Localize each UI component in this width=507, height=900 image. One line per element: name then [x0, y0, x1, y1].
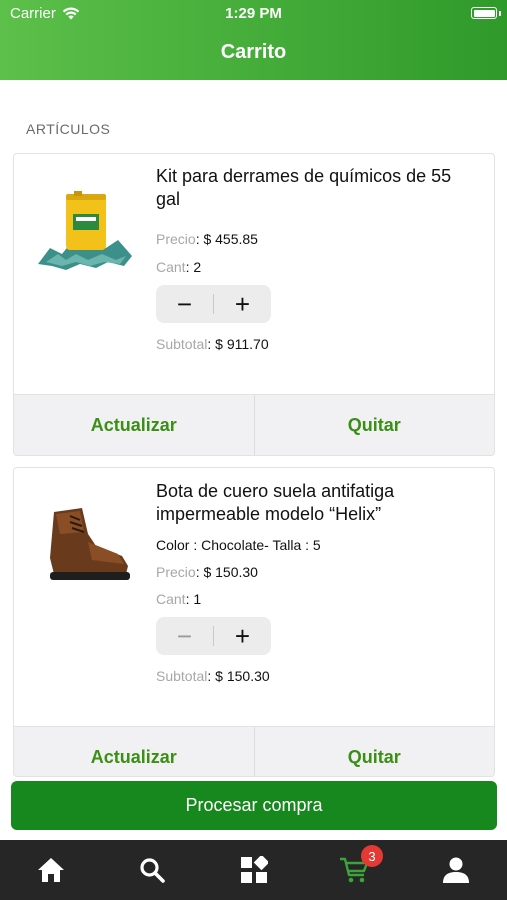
tab-categories[interactable]: [224, 840, 284, 900]
quantity-label: Cant: [156, 259, 186, 275]
tab-search[interactable]: [122, 840, 182, 900]
spill-kit-image: [38, 191, 132, 270]
subtotal-label: Subtotal: [156, 336, 208, 352]
remove-button[interactable]: Quitar: [253, 395, 495, 455]
plus-icon: +: [234, 288, 251, 319]
categories-icon: [241, 856, 268, 883]
tab-home[interactable]: [21, 840, 81, 900]
subtotal-value: : $ 911.70: [207, 336, 269, 352]
decrement-button[interactable]: −: [156, 617, 213, 655]
boot-image: [50, 508, 130, 580]
item-quantity: Cant: 1: [156, 591, 201, 607]
tab-bar: [0, 840, 507, 900]
battery-tip: [499, 11, 501, 16]
app-header: Carrier 1:29 PM Carrito: [0, 0, 507, 80]
plus-icon: +: [234, 620, 251, 651]
remove-button[interactable]: Quitar: [253, 727, 495, 776]
cart-item: Kit para derrames de químicos de 55 gal …: [13, 153, 495, 456]
quantity-stepper: − +: [156, 617, 271, 655]
tab-profile[interactable]: [426, 840, 486, 900]
item-price: Precio: $ 455.85: [156, 231, 258, 247]
item-price: Precio: $ 150.30: [156, 564, 258, 580]
home-icon: [38, 858, 64, 882]
quantity-value: : 2: [185, 259, 202, 275]
section-label: ARTÍCULOS: [26, 121, 111, 137]
update-button[interactable]: Actualizar: [14, 395, 254, 455]
cart-item: Bota de cuero suela antifatiga impermeab…: [13, 467, 495, 777]
minus-icon: −: [176, 620, 193, 651]
quantity-stepper: − +: [156, 285, 271, 323]
update-button[interactable]: Actualizar: [14, 727, 254, 776]
price-value: : $ 150.30: [195, 564, 258, 580]
item-actions: Actualizar Quitar: [14, 726, 495, 776]
subtotal-label: Subtotal: [156, 668, 208, 684]
item-title[interactable]: Bota de cuero suela antifatiga impermeab…: [156, 480, 476, 526]
decrement-button[interactable]: −: [156, 285, 213, 323]
cart-badge: 3: [361, 845, 383, 867]
status-bar: Carrier 1:29 PM: [0, 0, 507, 28]
increment-button[interactable]: +: [214, 617, 271, 655]
user-icon: [443, 857, 469, 883]
item-variant: Color : Chocolate- Talla : 5: [156, 537, 321, 553]
increment-button[interactable]: +: [214, 285, 271, 323]
process-purchase-button[interactable]: Procesar compra: [11, 781, 497, 830]
minus-icon: −: [176, 288, 193, 319]
price-label: Precio: [156, 564, 196, 580]
item-title[interactable]: Kit para derrames de químicos de 55 gal: [156, 165, 476, 211]
quantity-value: : 1: [185, 591, 202, 607]
item-quantity: Cant: 2: [156, 259, 201, 275]
price-value: : $ 455.85: [195, 231, 258, 247]
page-title: Carrito: [220, 41, 287, 63]
item-subtotal: Subtotal: $ 150.30: [156, 668, 270, 684]
subtotal-value: : $ 150.30: [207, 668, 270, 684]
price-label: Precio: [156, 231, 196, 247]
clock: 1:29 PM: [225, 5, 282, 22]
item-subtotal: Subtotal: $ 911.70: [156, 336, 269, 352]
search-icon: [140, 858, 165, 883]
battery-icon: [471, 7, 497, 19]
quantity-label: Cant: [156, 591, 186, 607]
item-actions: Actualizar Quitar: [14, 394, 495, 455]
